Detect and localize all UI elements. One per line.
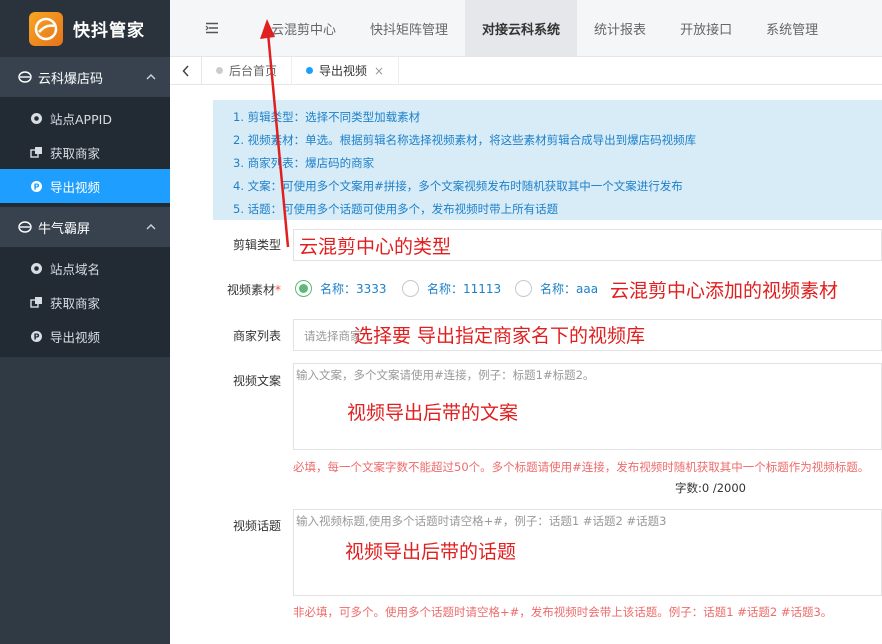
sidebar-group-yunke[interactable]: 云科爆店码 xyxy=(0,57,170,97)
annotation-copy: 视频导出后带的文案 xyxy=(347,402,519,424)
radio-checked-icon xyxy=(295,280,312,297)
notice-line: 3. 商家列表：爆店码的商家 xyxy=(233,156,375,170)
video-topic-hint: 非必填，可多个。使用多个话题时请空格+#，发布视频时会带上该话题。例子：话题1 … xyxy=(293,605,833,619)
material-radio-3333[interactable]: 名称：3333 xyxy=(295,280,387,297)
svg-text:P: P xyxy=(34,182,40,191)
page-tab-export-video[interactable]: 导出视频 × xyxy=(292,56,400,85)
sidebar-item-get-merchant[interactable]: 获取商家 xyxy=(0,135,170,169)
sidebar-item-get-merchant-2[interactable]: 获取商家 xyxy=(0,285,170,319)
char-counter: 字数:0 /2000 xyxy=(675,481,746,495)
radio-label: 名称：aaa xyxy=(540,282,599,296)
chevron-up-icon xyxy=(146,74,156,80)
svg-text:P: P xyxy=(34,332,40,341)
merchant-list-label: 商家列表 xyxy=(232,329,281,343)
sidebar-item-site-appid[interactable]: 站点APPID xyxy=(0,101,170,135)
p-badge-icon: P xyxy=(30,180,43,193)
video-copy-label: 视频文案 xyxy=(232,374,281,388)
radio-unchecked-icon xyxy=(402,280,419,297)
video-copy-placeholder: 输入文案，多个文案请使用#连接，例子：标题1#标题2。 xyxy=(296,368,595,382)
window-icon xyxy=(30,146,43,159)
annotation-material: 云混剪中心添加的视频素材 xyxy=(610,280,839,302)
sidebar-group-niuqi-items: 站点域名 获取商家 P 导出视频 xyxy=(0,247,170,357)
video-topic-placeholder: 输入视频标题,使用多个话题时请空格+#，例子：话题1 #话题2 #话题3 xyxy=(296,514,667,528)
top-tab-reports[interactable]: 统计报表 xyxy=(577,0,663,56)
sidebar-item-label: 站点域名 xyxy=(50,261,101,277)
video-material-label: 视频素材* xyxy=(211,281,281,298)
sidebar-group-yunke-items: 站点APPID 获取商家 P 导出视频 xyxy=(0,97,170,207)
page-tab-label: 导出视频 xyxy=(319,64,368,78)
sidebar-item-site-domain[interactable]: 站点域名 xyxy=(0,251,170,285)
sidebar-item-label: 获取商家 xyxy=(50,145,101,161)
close-icon[interactable]: × xyxy=(374,64,384,78)
chrome-icon xyxy=(30,262,43,275)
app-title: 快抖管家 xyxy=(73,21,145,41)
material-radio-aaa[interactable]: 名称：aaa xyxy=(515,280,598,297)
notice-line: 5. 话题：可使用多个话题可使用多个，发布视频时带上所有话题 xyxy=(233,202,559,216)
video-material-label-text: 视频素材 xyxy=(226,283,275,297)
annotation-topic: 视频导出后带的话题 xyxy=(345,541,517,563)
top-tab-matrix[interactable]: 快抖矩阵管理 xyxy=(353,0,465,56)
top-tab-yunke[interactable]: 对接云科系统 xyxy=(465,0,578,56)
sidebar-item-export-video-2[interactable]: P 导出视频 xyxy=(0,319,170,353)
sidebar: 快抖管家 云科爆店码 站点APPID 获取商家 P 导出视频 牛气霸屏 站点域名 xyxy=(0,0,170,644)
chrome-icon xyxy=(30,112,43,125)
instructions-notice: 1. 剪辑类型：选择不同类型加载素材 2. 视频素材：单选。根据剪辑名称选择视频… xyxy=(213,100,882,220)
sidebar-group-niuqi[interactable]: 牛气霸屏 xyxy=(0,207,170,247)
sidebar-item-label: 导出视频 xyxy=(50,179,101,195)
sidebar-group-label: 云科爆店码 xyxy=(38,71,104,87)
tab-dot-icon xyxy=(306,67,314,74)
required-mark: * xyxy=(275,283,281,297)
logo: 快抖管家 xyxy=(0,0,170,57)
chevron-up-icon xyxy=(146,224,156,230)
sidebar-item-export-video[interactable]: P 导出视频 xyxy=(0,169,170,203)
p-badge-icon: P xyxy=(30,330,43,343)
notice-line: 2. 视频素材：单选。根据剪辑名称选择视频素材，将这些素材剪辑合成导出到爆店码视… xyxy=(233,133,697,147)
radio-label: 名称：3333 xyxy=(320,282,387,296)
notice-line: 4. 文案：可使用多个文案用#拼接，多个文案视频发布时随机获取其中一个文案进行发… xyxy=(233,179,683,193)
annotation-clip-type: 云混剪中心的类型 xyxy=(299,236,452,258)
radio-label: 名称：11113 xyxy=(427,282,502,296)
chevron-left-icon[interactable] xyxy=(170,56,202,85)
video-copy-hint: 必填，每一个文案字数不能超过50个。多个标题请使用#连接，发布视频时随机获取其中… xyxy=(293,460,870,474)
video-topic-label: 视频话题 xyxy=(232,519,281,533)
annotation-merchant: 选择要 导出指定商家名下的视频库 xyxy=(354,325,646,347)
sidebar-item-label: 获取商家 xyxy=(50,295,101,311)
annotation-arrow-icon xyxy=(260,19,290,248)
material-radio-11113[interactable]: 名称：11113 xyxy=(402,280,501,297)
notice-line: 1. 剪辑类型：选择不同类型加载素材 xyxy=(233,110,421,124)
sidebar-item-label: 站点APPID xyxy=(50,111,112,127)
menu-toggle-icon[interactable] xyxy=(170,0,254,56)
app-logo-icon xyxy=(29,11,63,46)
sidebar-item-label: 导出视频 xyxy=(50,329,101,345)
window-icon xyxy=(30,296,43,309)
layers-icon xyxy=(18,71,32,83)
merchant-select-placeholder: 请选择商家 xyxy=(304,329,362,343)
sidebar-group-label: 牛气霸屏 xyxy=(38,221,91,237)
radio-unchecked-icon xyxy=(515,280,532,297)
top-tab-open-api[interactable]: 开放接口 xyxy=(663,0,749,56)
layers-icon xyxy=(18,221,32,233)
tab-dot-icon xyxy=(216,67,223,74)
top-tab-system[interactable]: 系统管理 xyxy=(749,0,835,56)
